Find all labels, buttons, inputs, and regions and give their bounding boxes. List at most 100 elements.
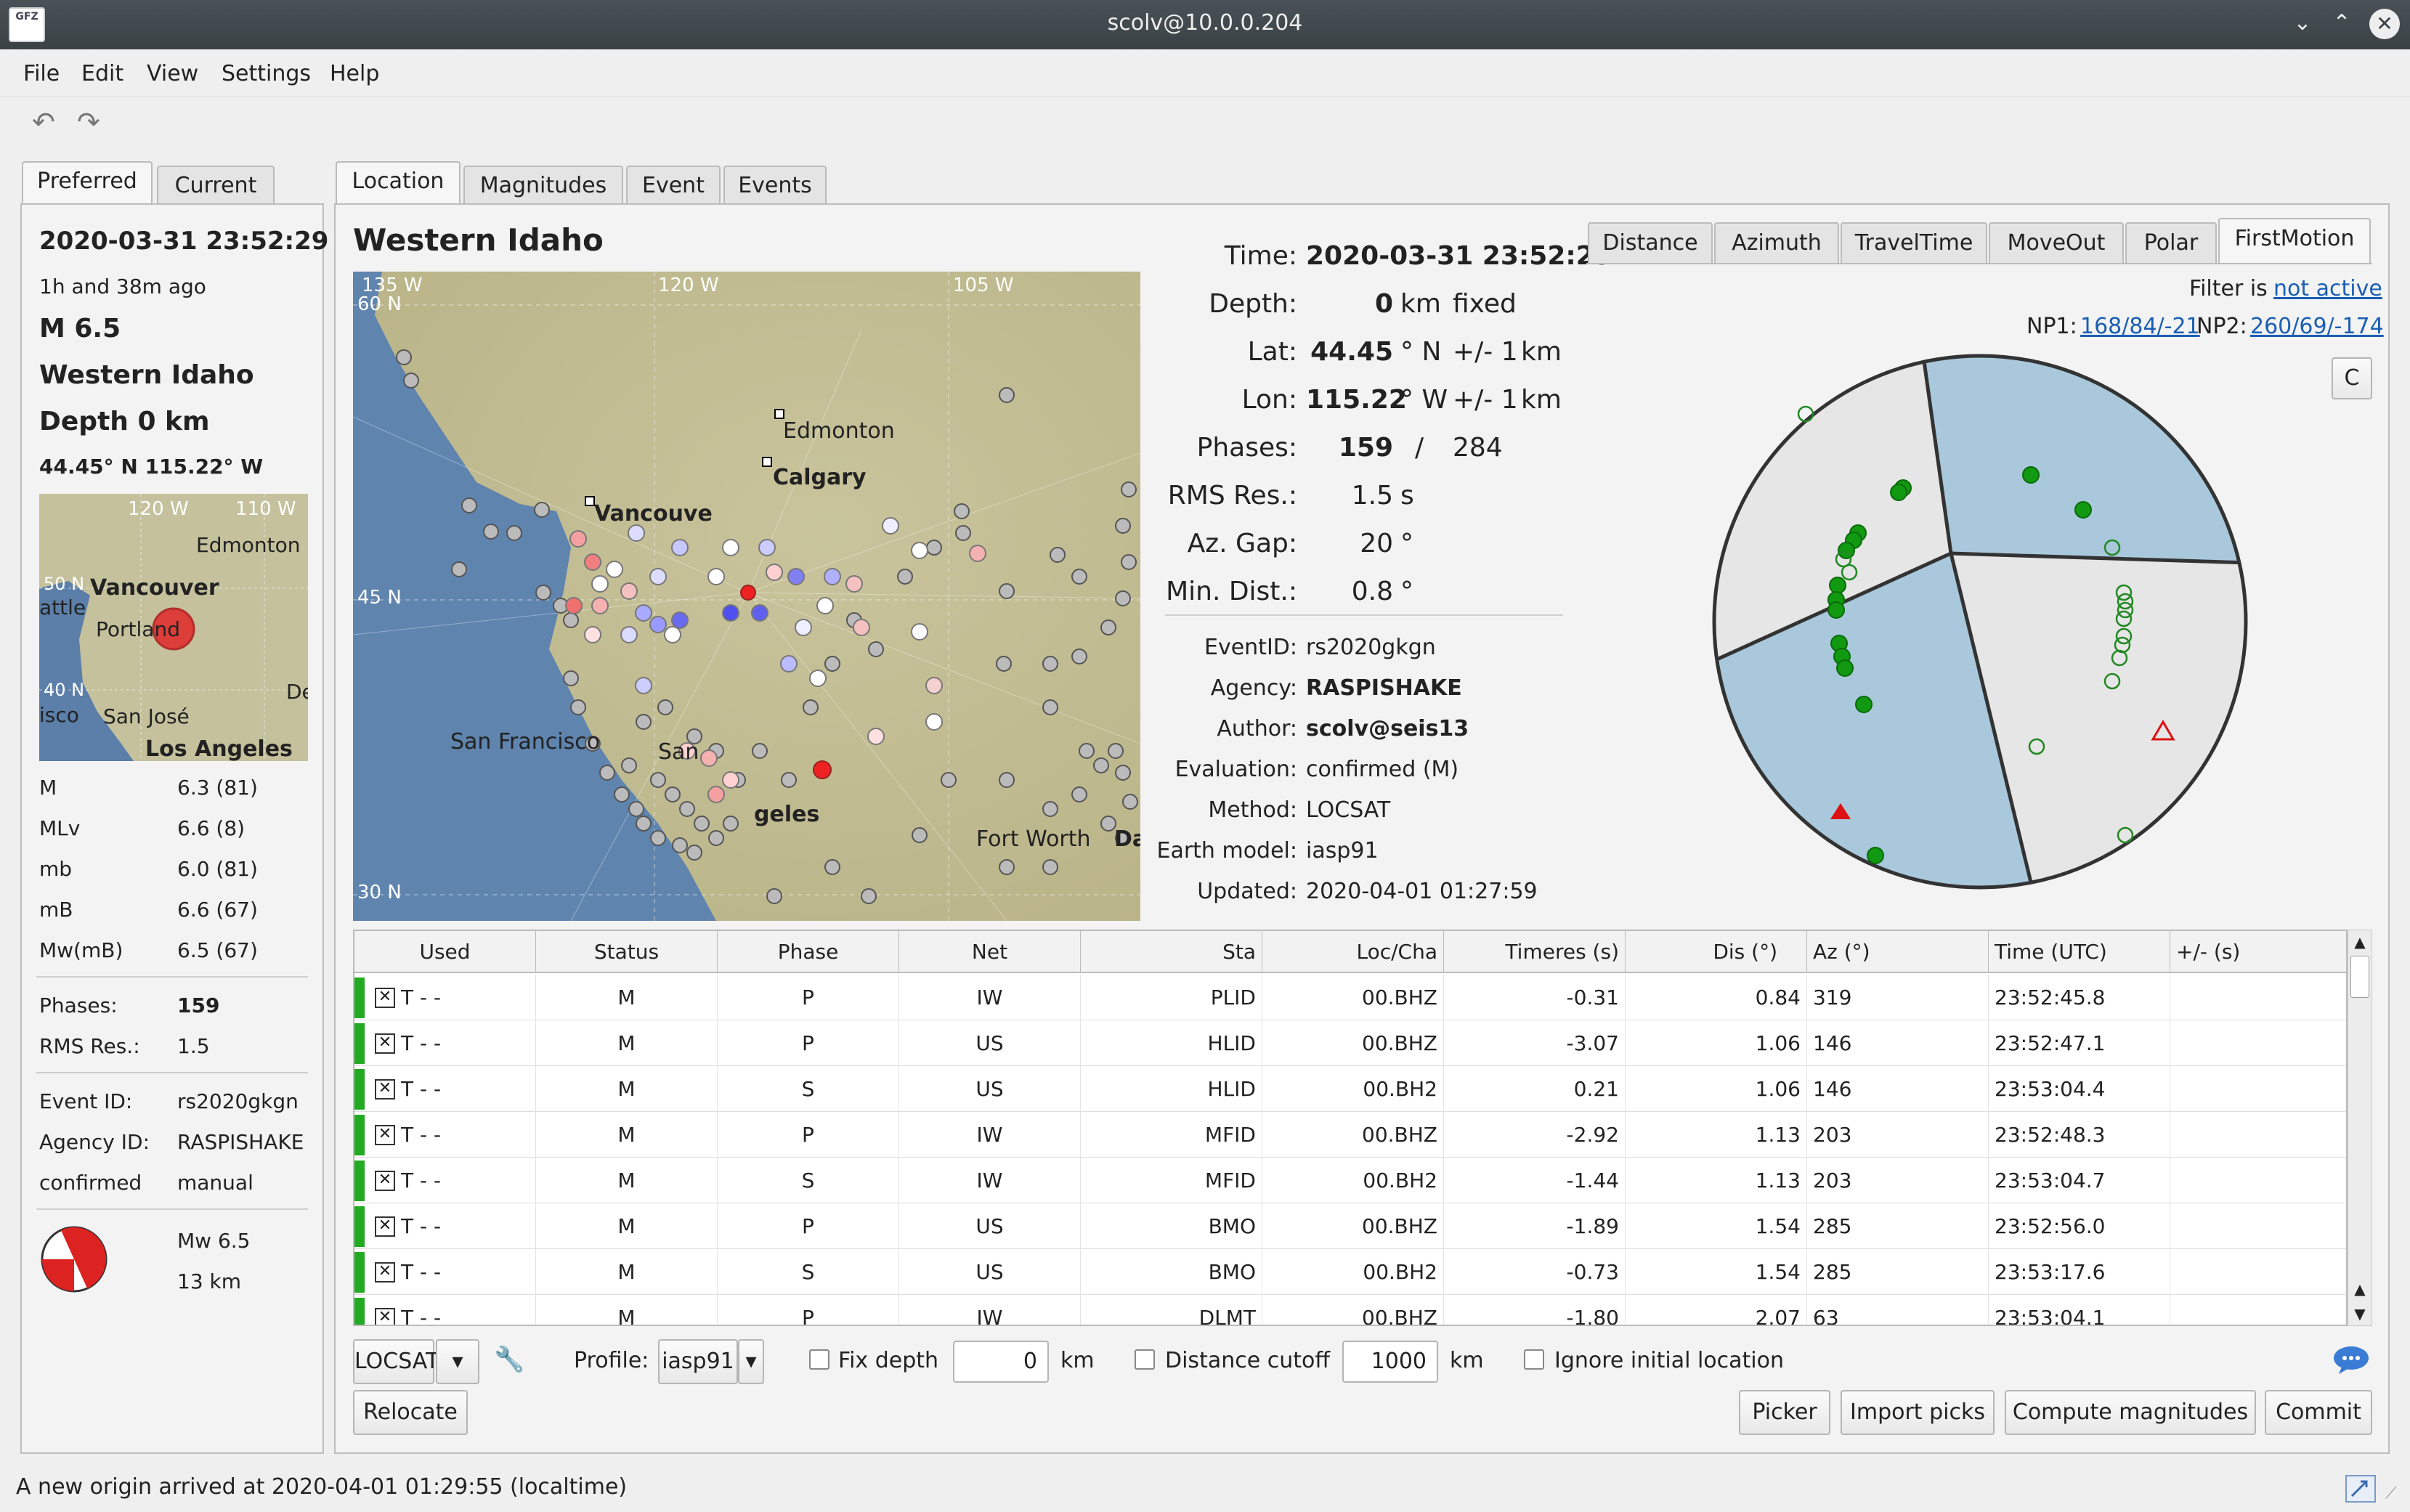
chat-bubble-icon[interactable] [2332, 1345, 2371, 1375]
plot-options-button[interactable]: C [2332, 357, 2372, 399]
cell-phase: P [718, 1020, 899, 1066]
cell-used: T - - [401, 1295, 536, 1325]
plot-tab-moveout[interactable]: MoveOut [1989, 222, 2124, 264]
summary-agency-value: RASPISHAKE [177, 1130, 304, 1154]
tab-events[interactable]: Events [723, 166, 827, 206]
cell-status: M [536, 1066, 718, 1112]
menu-help[interactable]: Help [330, 61, 379, 86]
table-row[interactable]: ✕ T - - M P IW MFID 00.BHZ -2.92 1.13 203 23:52:48… [354, 1112, 2346, 1158]
np1-link[interactable]: 168/84/-21 [2080, 314, 2200, 339]
relocate-button[interactable]: Relocate [353, 1390, 468, 1435]
filter-link[interactable]: not active [2273, 276, 2382, 301]
plot-tab-traveltime[interactable]: TravelTime [1841, 222, 1987, 264]
redo-icon[interactable]: ↷ [77, 106, 100, 138]
import-picks-button[interactable]: Import picks [1841, 1390, 1995, 1435]
table-row[interactable]: ✕ T - - M P IW PLID 00.BHZ -0.31 0.84 319 23:52:45… [354, 975, 2346, 1020]
table-row[interactable]: ✕ T - - M P US HLID 00.BHZ -3.07 1.06 146 23:52:47… [354, 1020, 2346, 1066]
profile-select[interactable]: iasp91 [658, 1339, 738, 1384]
location-map[interactable]: 135 W 120 W 105 W 60 N Edmonton Calgary … [353, 272, 1140, 921]
tab-location[interactable]: Location [336, 161, 461, 206]
used-checkbox[interactable]: ✕ [375, 988, 395, 1008]
scroll-thumb[interactable] [2350, 956, 2369, 998]
mindist-unit: ° [1400, 577, 1413, 606]
minimap-label: San José [103, 704, 190, 728]
col-header-time[interactable]: Time (UTC) [1989, 931, 2170, 973]
plot-tab-distance[interactable]: Distance [1588, 222, 1713, 264]
undo-icon[interactable]: ↶ [32, 106, 55, 138]
compute-magnitudes-button[interactable]: Compute magnitudes [2005, 1390, 2256, 1435]
resize-grip-icon[interactable]: ⟋ [2385, 1484, 2396, 1503]
np2-label: NP2: [2196, 314, 2247, 339]
ignore-initial-checkbox[interactable] [1524, 1349, 1544, 1370]
locator-select[interactable]: LOCSAT [353, 1339, 439, 1384]
col-header-timeres[interactable]: Timeres (s) [1444, 931, 1626, 973]
table-row[interactable]: ✕ T - - M S US BMO 00.BH2 -0.73 1.54 285 23:53:17.… [354, 1249, 2346, 1295]
used-checkbox[interactable]: ✕ [375, 1125, 395, 1145]
col-header-net[interactable]: Net [899, 931, 1081, 973]
maximize-icon[interactable]: ⌃ [2327, 10, 2356, 36]
used-checkbox[interactable]: ✕ [375, 1308, 395, 1325]
used-checkbox[interactable]: ✕ [375, 1171, 395, 1191]
scroll-down-icon[interactable]: ▼ [2349, 1303, 2371, 1325]
used-checkbox[interactable]: ✕ [375, 1262, 395, 1283]
used-checkbox[interactable]: ✕ [375, 1079, 395, 1100]
tab-preferred[interactable]: Preferred [22, 161, 153, 206]
distance-cutoff-checkbox[interactable] [1135, 1349, 1155, 1370]
cell-timeres: -0.73 [1444, 1249, 1626, 1295]
connection-status-icon[interactable] [2345, 1474, 2377, 1503]
table-row[interactable]: ✕ T - - M S US HLID 00.BH2 0.21 1.06 146 23:53:04.… [354, 1066, 2346, 1112]
menu-file[interactable]: File [23, 61, 60, 86]
used-checkbox[interactable]: ✕ [375, 1216, 395, 1237]
fix-depth-input[interactable]: 0 [953, 1341, 1049, 1383]
firstmotion-plot[interactable] [1704, 346, 2256, 898]
plot-tab-polar[interactable]: Polar [2125, 222, 2217, 264]
col-header-az[interactable]: Az (°) [1807, 931, 1989, 973]
picker-button[interactable]: Picker [1739, 1390, 1830, 1435]
minimize-icon[interactable]: ⌄ [2288, 10, 2317, 36]
cell-dis: 1.13 [1626, 1158, 1807, 1203]
cell-err [2170, 1295, 2346, 1325]
scroll-up-icon[interactable]: ▲ [2349, 931, 2371, 953]
menu-edit[interactable]: Edit [81, 61, 123, 86]
commit-button[interactable]: Commit [2265, 1390, 2372, 1435]
col-header-loccha[interactable]: Loc/Cha [1262, 931, 1444, 973]
tab-current[interactable]: Current [157, 166, 275, 206]
plot-tab-firstmotion[interactable]: FirstMotion [2218, 218, 2371, 264]
summary-status-label: confirmed [39, 1171, 142, 1195]
col-header-phase[interactable]: Phase [718, 931, 899, 973]
divider [36, 1072, 308, 1073]
tab-event[interactable]: Event [626, 166, 721, 206]
table-row[interactable]: ✕ T - - M S IW MFID 00.BH2 -1.44 1.13 203 23:53:04… [354, 1158, 2346, 1203]
arrival-table[interactable]: Used Status Phase Net Sta Loc/Cha Timere… [353, 930, 2348, 1326]
distance-cutoff-input[interactable]: 1000 [1342, 1341, 1438, 1383]
used-checkbox[interactable]: ✕ [375, 1033, 395, 1054]
cell-used: T - - [401, 1020, 536, 1066]
table-row[interactable]: ✕ T - - M P US BMO 00.BHZ -1.89 1.54 285 23:52:56.… [354, 1203, 2346, 1249]
cell-loccha: 00.BH2 [1262, 1249, 1444, 1295]
summary-magnitude: M 6.5 [39, 314, 121, 344]
col-header-used[interactable]: Used [354, 931, 536, 973]
used-indicator [354, 1069, 365, 1110]
chevron-down-icon[interactable]: ▾ [738, 1339, 764, 1384]
col-header-err[interactable]: +/- (s) [2170, 931, 2346, 973]
menu-settings[interactable]: Settings [222, 61, 311, 86]
plot-tab-azimuth[interactable]: Azimuth [1714, 222, 1839, 264]
wrench-icon[interactable]: 🔧 [494, 1345, 524, 1374]
fix-depth-checkbox[interactable] [809, 1349, 829, 1370]
col-header-dis[interactable]: Dis (°) [1626, 931, 1807, 973]
scroll-up-icon[interactable]: ▲ [2349, 1278, 2371, 1300]
col-header-status[interactable]: Status [536, 931, 718, 973]
tab-magnitudes[interactable]: Magnitudes [463, 166, 623, 206]
cell-az: 63 [1807, 1295, 1989, 1325]
summary-minimap[interactable]: 120 W 110 W Edmonton 50 N Vancouver attl… [39, 494, 308, 761]
cell-az: 203 [1807, 1112, 1989, 1158]
chevron-down-icon[interactable]: ▾ [436, 1339, 479, 1384]
np2-link[interactable]: 260/69/-174 [2250, 314, 2384, 339]
col-header-sta[interactable]: Sta [1081, 931, 1262, 973]
mindist-value: 0.8 [1351, 577, 1393, 606]
menu-view[interactable]: View [147, 61, 198, 86]
minimap-label: 110 W [235, 498, 296, 520]
close-icon[interactable]: ✕ [2369, 9, 2400, 39]
table-row[interactable]: ✕ T - - M P IW DLMT 00.BHZ -1.80 2.07 63 23:53:04.… [354, 1295, 2346, 1325]
cell-loccha: 00.BHZ [1262, 1203, 1444, 1249]
